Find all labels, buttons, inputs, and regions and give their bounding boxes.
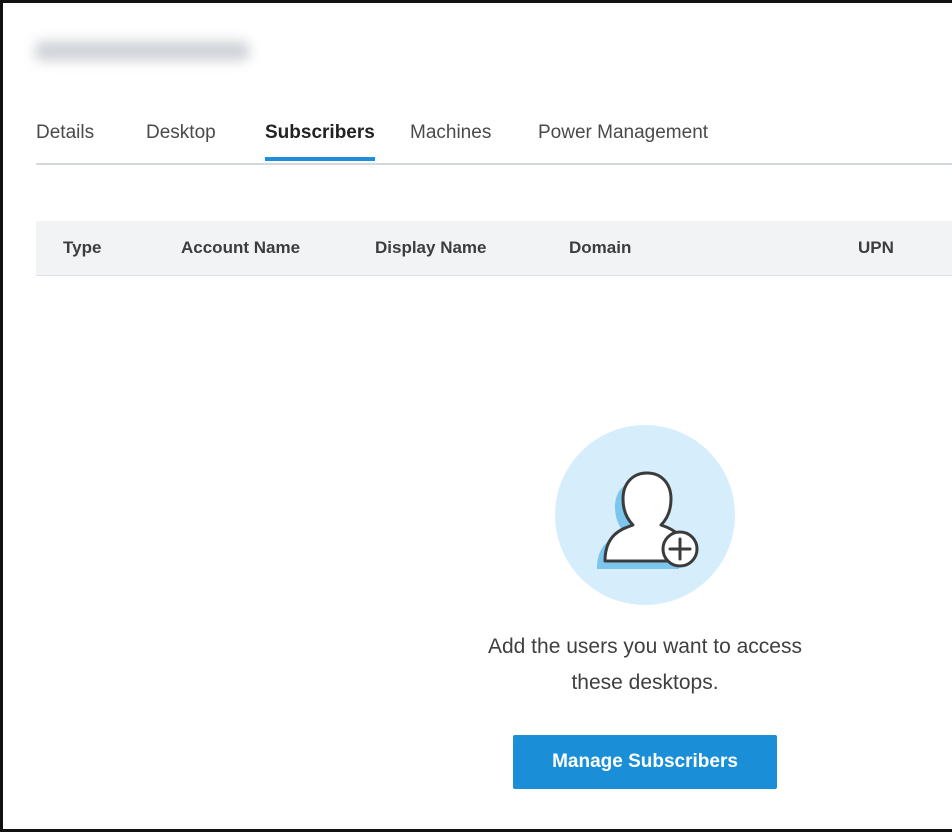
column-header-domain[interactable]: Domain <box>569 221 631 275</box>
column-header-display-name[interactable]: Display Name <box>375 221 487 275</box>
tab-desktop[interactable]: Desktop <box>146 115 216 163</box>
manage-subscribers-button[interactable]: Manage Subscribers <box>513 735 777 789</box>
tab-machines[interactable]: Machines <box>410 115 491 163</box>
table-header: Type Account Name Display Name Domain UP… <box>36 221 952 276</box>
tab-power-management[interactable]: Power Management <box>538 115 708 163</box>
empty-state-message-line2: these desktops. <box>571 671 719 694</box>
tab-bar: Details Desktop Subscribers Machines Pow… <box>36 115 952 165</box>
column-header-account-name[interactable]: Account Name <box>181 221 300 275</box>
tab-subscribers[interactable]: Subscribers <box>265 115 375 161</box>
add-user-illustration <box>553 423 737 607</box>
blurred-catalog-title <box>35 41 249 61</box>
column-header-upn[interactable]: UPN <box>858 221 894 275</box>
empty-state-message: Add the users you want to access these d… <box>443 629 847 701</box>
tab-details[interactable]: Details <box>36 115 94 163</box>
column-header-type[interactable]: Type <box>63 221 101 275</box>
empty-state-message-line1: Add the users you want to access <box>487 635 802 658</box>
add-user-icon <box>555 425 735 605</box>
app-window: Details Desktop Subscribers Machines Pow… <box>0 0 952 832</box>
